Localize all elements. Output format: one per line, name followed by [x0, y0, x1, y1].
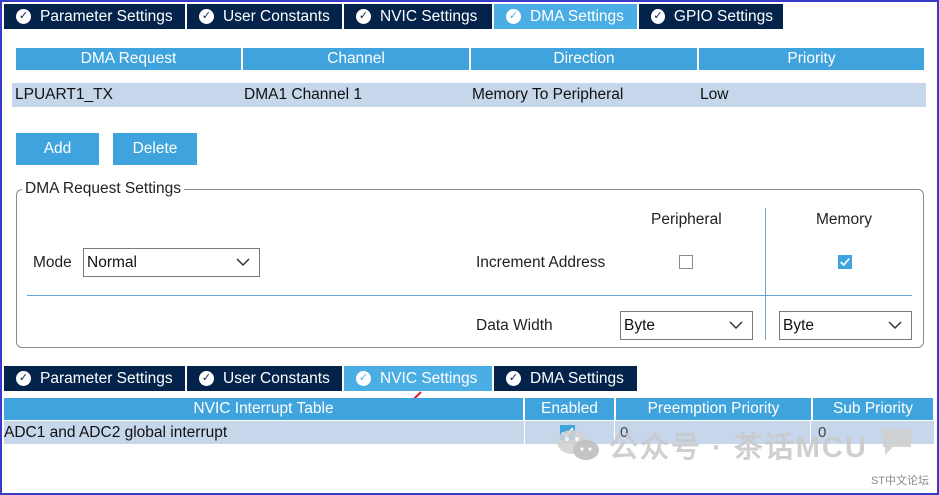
- separator-line: [27, 295, 912, 296]
- memory-data-width-select[interactable]: Byte: [779, 311, 912, 340]
- peripheral-data-width-value: Byte: [624, 317, 656, 334]
- tab-parameter-settings[interactable]: ✓ Parameter Settings: [4, 366, 185, 391]
- column-header-preemption-priority[interactable]: Preemption Priority: [616, 398, 811, 420]
- group-title: DMA Request Settings: [22, 180, 184, 198]
- delete-button[interactable]: Delete: [113, 133, 197, 165]
- watermark-source: ST中文论坛: [870, 475, 929, 487]
- tab-nvic-settings[interactable]: ✓ NVIC Settings: [344, 4, 492, 29]
- column-header-enabled[interactable]: Enabled: [525, 398, 614, 420]
- mode-label: Mode: [33, 254, 72, 271]
- mode-value: Normal: [87, 254, 137, 271]
- table-row[interactable]: LPUART1_TX DMA1 Channel 1 Memory To Peri…: [12, 83, 926, 107]
- check-circle-icon: ✓: [199, 371, 214, 386]
- cell-dma-request: LPUART1_TX: [15, 86, 113, 103]
- cell-direction: Memory To Peripheral: [472, 86, 624, 103]
- check-circle-icon: ✓: [16, 371, 31, 386]
- check-circle-icon: ✓: [199, 9, 214, 24]
- check-circle-icon: ✓: [506, 371, 521, 386]
- cell-channel: DMA1 Channel 1: [244, 86, 363, 103]
- tab-nvic-settings[interactable]: ✓ NVIC Settings: [344, 366, 492, 391]
- column-divider: [765, 208, 766, 340]
- interrupt-name: ADC1 and ADC2 global interrupt: [4, 424, 228, 441]
- tab-label: DMA Settings: [530, 369, 624, 387]
- tab-gpio-settings[interactable]: ✓ GPIO Settings: [639, 4, 783, 29]
- tab-label: User Constants: [223, 7, 330, 25]
- chevron-down-icon: [236, 258, 250, 267]
- tab-parameter-settings[interactable]: ✓ Parameter Settings: [4, 4, 185, 29]
- check-circle-icon: ✓: [356, 371, 371, 386]
- tab-user-constants[interactable]: ✓ User Constants: [187, 366, 342, 391]
- memory-data-width-value: Byte: [783, 317, 815, 334]
- watermark-text: 公众号 · 茶话MCU: [609, 432, 868, 464]
- tab-label: GPIO Settings: [673, 7, 773, 25]
- increment-address-label: Increment Address: [476, 254, 606, 271]
- bottom-tab-bar: ✓ Parameter Settings ✓ User Constants ✓ …: [4, 366, 639, 391]
- tab-dma-settings[interactable]: ✓ DMA Settings: [494, 4, 637, 29]
- tab-user-constants[interactable]: ✓ User Constants: [187, 4, 342, 29]
- peripheral-increment-checkbox[interactable]: [679, 255, 693, 269]
- checkmark-icon: [840, 258, 850, 267]
- peripheral-column-label: Peripheral: [651, 211, 722, 228]
- wechat-logo-icon: [557, 430, 599, 460]
- column-header-channel[interactable]: Channel: [243, 48, 469, 70]
- memory-increment-checkbox[interactable]: [838, 255, 852, 269]
- mode-select[interactable]: Normal: [83, 248, 260, 277]
- dma-table-header: DMA Request Channel Direction Priority: [16, 48, 926, 70]
- column-divider: [524, 421, 525, 444]
- watermark: 公众号 · 茶话MCU: [555, 424, 868, 466]
- column-header-dma-request[interactable]: DMA Request: [16, 48, 241, 70]
- check-circle-icon: ✓: [506, 9, 521, 24]
- peripheral-data-width-select[interactable]: Byte: [620, 311, 753, 340]
- column-header-nvic-interrupt-table[interactable]: NVIC Interrupt Table: [4, 398, 523, 420]
- tab-label: NVIC Settings: [380, 369, 478, 387]
- memory-column-label: Memory: [816, 211, 872, 228]
- add-button[interactable]: Add: [16, 133, 99, 165]
- tab-label: Parameter Settings: [40, 7, 173, 25]
- check-circle-icon: ✓: [16, 9, 31, 24]
- data-width-label: Data Width: [476, 317, 553, 334]
- column-header-sub-priority[interactable]: Sub Priority: [813, 398, 933, 420]
- tab-label: DMA Settings: [530, 7, 624, 25]
- column-header-priority[interactable]: Priority: [699, 48, 924, 70]
- nvic-table-header: NVIC Interrupt Table Enabled Preemption …: [4, 398, 933, 420]
- tab-label: NVIC Settings: [380, 7, 478, 25]
- check-circle-icon: ✓: [356, 9, 371, 24]
- speech-bubble-icon: [883, 429, 911, 455]
- chevron-down-icon: [888, 321, 902, 330]
- column-header-direction[interactable]: Direction: [471, 48, 697, 70]
- chevron-down-icon: [729, 321, 743, 330]
- tab-label: Parameter Settings: [40, 369, 173, 387]
- top-tab-bar: ✓ Parameter Settings ✓ User Constants ✓ …: [4, 4, 785, 29]
- tab-dma-settings[interactable]: ✓ DMA Settings: [494, 366, 637, 391]
- tab-label: User Constants: [223, 369, 330, 387]
- cell-priority: Low: [700, 86, 729, 103]
- check-circle-icon: ✓: [651, 9, 665, 24]
